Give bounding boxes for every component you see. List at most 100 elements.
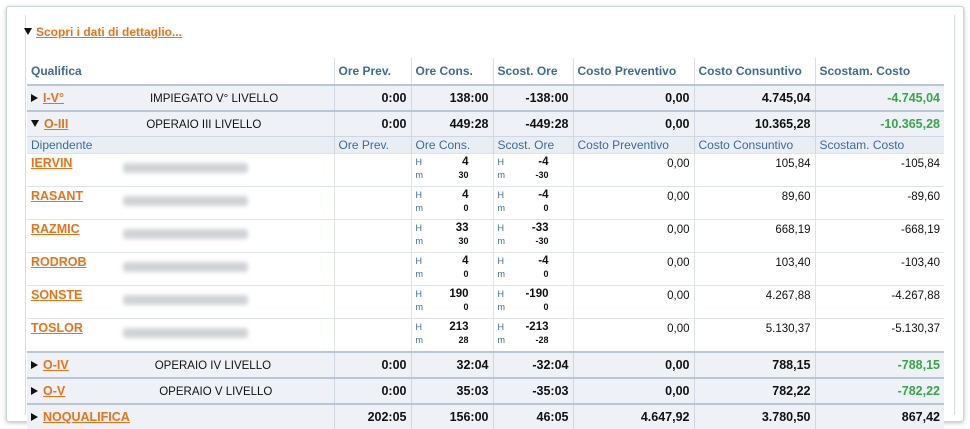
header-ore-prev[interactable]: Ore Prev. (334, 58, 412, 85)
employee-cell: RASANT (27, 186, 335, 220)
employee-name-redacted (123, 262, 248, 272)
group-code-cell: O-III OPERAIO III LIVELLO (27, 110, 335, 137)
collapse-triangle-icon[interactable] (31, 120, 39, 127)
hours-unit-label: H (497, 256, 505, 266)
employee-ore-cons-cell: H 33 m 30 (411, 219, 494, 253)
employee-ore-cons-cell: H 213 m 28 (411, 318, 494, 352)
group-code-cell: O-V OPERAIO V LIVELLO (27, 377, 335, 404)
group-costo-prev: 4.647,92 (573, 403, 695, 429)
employee-ore-cons-hours: 190 (449, 288, 469, 300)
header-scostam-costo[interactable]: Scostam. Costo (815, 58, 944, 85)
expand-triangle-icon[interactable] (31, 94, 38, 102)
employee-scost-costo: -105,84 (815, 153, 944, 187)
group-ore-cons: 156:00 (411, 403, 494, 429)
expand-triangle-icon[interactable] (31, 413, 38, 421)
group-desc: OPERAIO III LIVELLO (146, 119, 262, 131)
employee-scost-ore-minutes: -30 (535, 236, 549, 246)
employee-cell: IERVIN (27, 153, 335, 187)
employee-costo-prev: 0,00 (573, 186, 695, 220)
hours-unit-label: H (415, 289, 423, 299)
employee-costo-cons: 89,60 (694, 186, 816, 220)
employee-scost-ore-cell: H -4 m -30 (493, 153, 574, 187)
sub-header-ore-prev[interactable]: Ore Prev. (334, 136, 412, 154)
group-scost-ore: -449:28 (493, 110, 574, 137)
group-ore-cons: 32:04 (411, 351, 494, 378)
employee-cell: TOSLOR (27, 318, 335, 352)
employee-ore-cons-minutes: 30 (458, 170, 469, 180)
minutes-unit-label: m (415, 302, 424, 312)
employee-ore-cons-cell: H 4 m 0 (411, 252, 494, 286)
employee-ore-prev (334, 252, 412, 286)
sub-header-ore-cons[interactable]: Ore Cons. (411, 136, 494, 154)
group-code-link[interactable]: O-V (43, 384, 65, 398)
employee-scost-ore-minutes: 0 (543, 269, 549, 279)
employee-subheader-row: Dipendente Ore Prev. Ore Cons. Scost. Ore Co… (27, 136, 944, 154)
employee-scost-costo: -668,19 (815, 219, 944, 253)
group-row: I-V° IMPIEGATO V° LIVELLO 0:00 138:00 -138:0… (27, 84, 944, 111)
table-header-row: Qualifica Ore Prev. Ore Cons. Scost. Ore… (27, 58, 944, 85)
employee-row: RODROB H 4 m 0 H -4 m 0 0,00 103,40 -103,40 (27, 252, 944, 286)
employee-scost-ore-hours: -4 (538, 189, 549, 201)
header-costo-consuntivo[interactable]: Costo Consuntivo (694, 58, 816, 85)
expand-triangle-icon[interactable] (31, 361, 38, 369)
employee-ore-cons-hours: 213 (449, 321, 469, 333)
header-scost-ore[interactable]: Scost. Ore (493, 58, 574, 85)
employee-cell: SONSTE (27, 285, 335, 319)
employee-ore-cons-minutes: 30 (458, 236, 469, 246)
sub-header-costo-preventivo[interactable]: Costo Preventivo (573, 136, 695, 154)
expand-triangle-icon[interactable] (31, 387, 38, 395)
employee-scost-ore-minutes: -30 (535, 170, 549, 180)
sub-header-scost-ore[interactable]: Scost. Ore (493, 136, 574, 154)
group-scost-costo: -10.365,28 (815, 110, 944, 137)
employee-ore-prev (334, 285, 412, 319)
hours-unit-label: H (497, 190, 505, 200)
employee-scost-ore-minutes: 0 (543, 203, 549, 213)
group-code-cell: O-IV OPERAIO IV LIVELLO (27, 351, 335, 378)
group-desc: IMPIEGATO V° LIVELLO (149, 93, 279, 105)
employee-costo-prev: 0,00 (573, 252, 695, 286)
employee-scost-ore-cell: H -33 m -30 (493, 219, 574, 253)
group-code-link[interactable]: I-V° (43, 91, 64, 105)
group-ore-prev: 0:00 (334, 351, 412, 378)
employee-ore-prev (334, 219, 412, 253)
employee-row: RASANT H 4 m 0 H -4 m 0 0,00 89,60 -89,60 (27, 186, 944, 220)
hours-unit-label: H (497, 157, 505, 167)
header-ore-cons[interactable]: Ore Cons. (411, 58, 494, 85)
employee-name-redacted (123, 229, 248, 239)
employee-ore-cons-hours: 4 (462, 189, 469, 201)
group-scost-ore: -35:03 (493, 377, 574, 404)
sub-header-scostam-costo[interactable]: Scostam. Costo (815, 136, 944, 154)
header-costo-preventivo[interactable]: Costo Preventivo (573, 58, 695, 85)
employee-scost-ore-minutes: 0 (543, 302, 549, 312)
employee-costo-cons: 668,19 (694, 219, 816, 253)
group-code-link[interactable]: O-IV (43, 358, 69, 372)
employee-scost-ore-hours: -33 (531, 222, 549, 234)
sub-header-dipendente[interactable]: Dipendente (27, 136, 335, 154)
group-row: O-V OPERAIO V LIVELLO 0:00 35:03 -35:03 0,00 7… (27, 377, 944, 404)
discover-details-toggle[interactable]: Scopri i dati di dettaglio... (24, 25, 182, 39)
group-costo-cons: 4.745,04 (694, 84, 816, 111)
minutes-unit-label: m (415, 203, 424, 213)
employee-ore-cons-minutes: 0 (463, 203, 469, 213)
group-scost-costo: -4.745,04 (815, 84, 944, 111)
employee-row: TOSLOR H 213 m 28 H -213 m -28 0,00 5.130,37 -5.130… (27, 318, 944, 352)
employee-name-redacted (123, 196, 248, 206)
employee-costo-cons: 105,84 (694, 153, 816, 187)
hours-unit-label: H (497, 223, 505, 233)
discover-details-label: Scopri i dati di dettaglio... (36, 25, 183, 39)
group-code-link[interactable]: NOQUALIFICA (43, 410, 130, 424)
employee-row: RAZMIC H 33 m 30 H -33 m -30 0,00 668,19 -668,19 (27, 219, 944, 253)
hours-unit-label: H (415, 157, 423, 167)
minutes-unit-label: m (497, 203, 506, 213)
employee-costo-prev: 0,00 (573, 318, 695, 352)
header-qualifica[interactable]: Qualifica (27, 58, 335, 85)
sub-header-costo-consuntivo[interactable]: Costo Consuntivo (694, 136, 816, 154)
employee-costo-prev: 0,00 (573, 153, 695, 187)
employee-scost-ore-hours: -190 (525, 288, 549, 300)
employee-cell: RAZMIC (27, 219, 335, 253)
minutes-unit-label: m (497, 236, 506, 246)
group-ore-cons: 138:00 (411, 84, 494, 111)
employee-scost-ore-cell: H -213 m -28 (493, 318, 574, 352)
group-code-link[interactable]: O-III (44, 117, 68, 131)
group-desc: OPERAIO IV LIVELLO (154, 360, 272, 372)
